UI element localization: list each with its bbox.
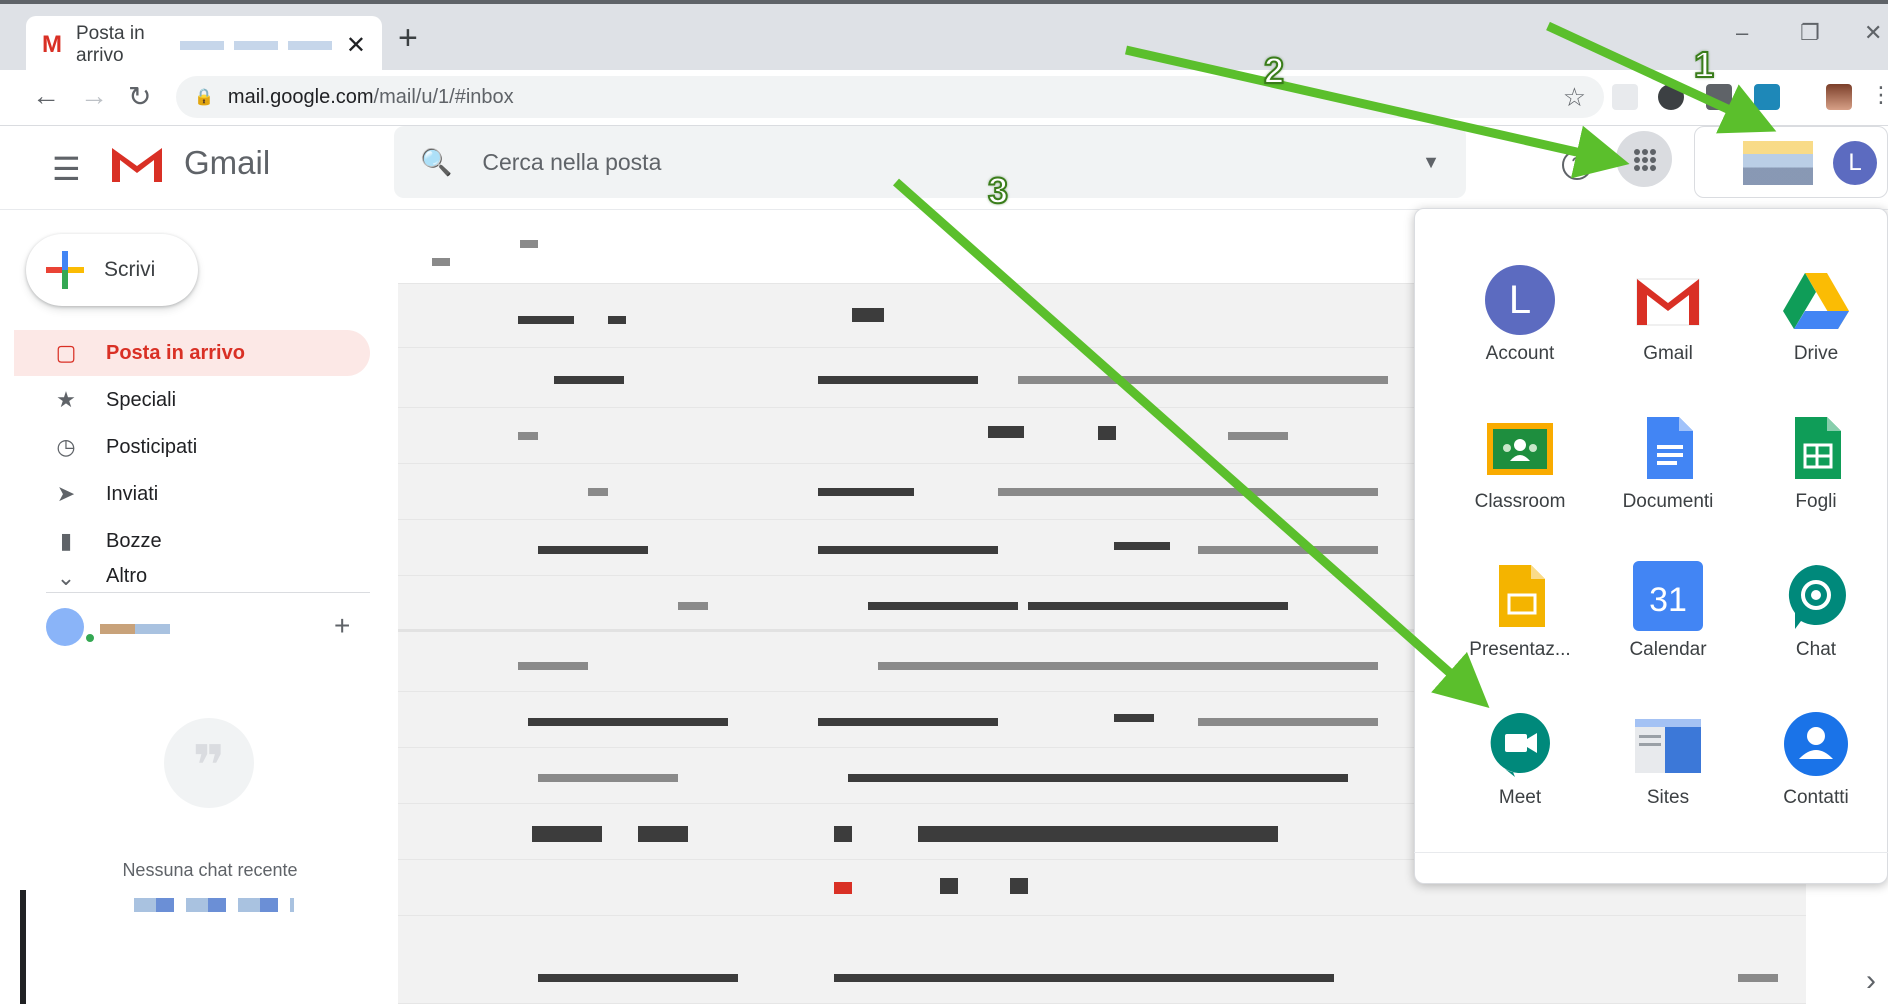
tutorial-arrows — [893, 21, 1777, 708]
step-badge-2: 2 — [1263, 49, 1285, 92]
step-badge-3: 3 — [987, 169, 1009, 212]
arrow-3 — [893, 178, 1490, 708]
step-badge-1: 1 — [1693, 43, 1715, 86]
arrow-1 — [1546, 21, 1777, 134]
arrow-2 — [1125, 45, 1630, 179]
